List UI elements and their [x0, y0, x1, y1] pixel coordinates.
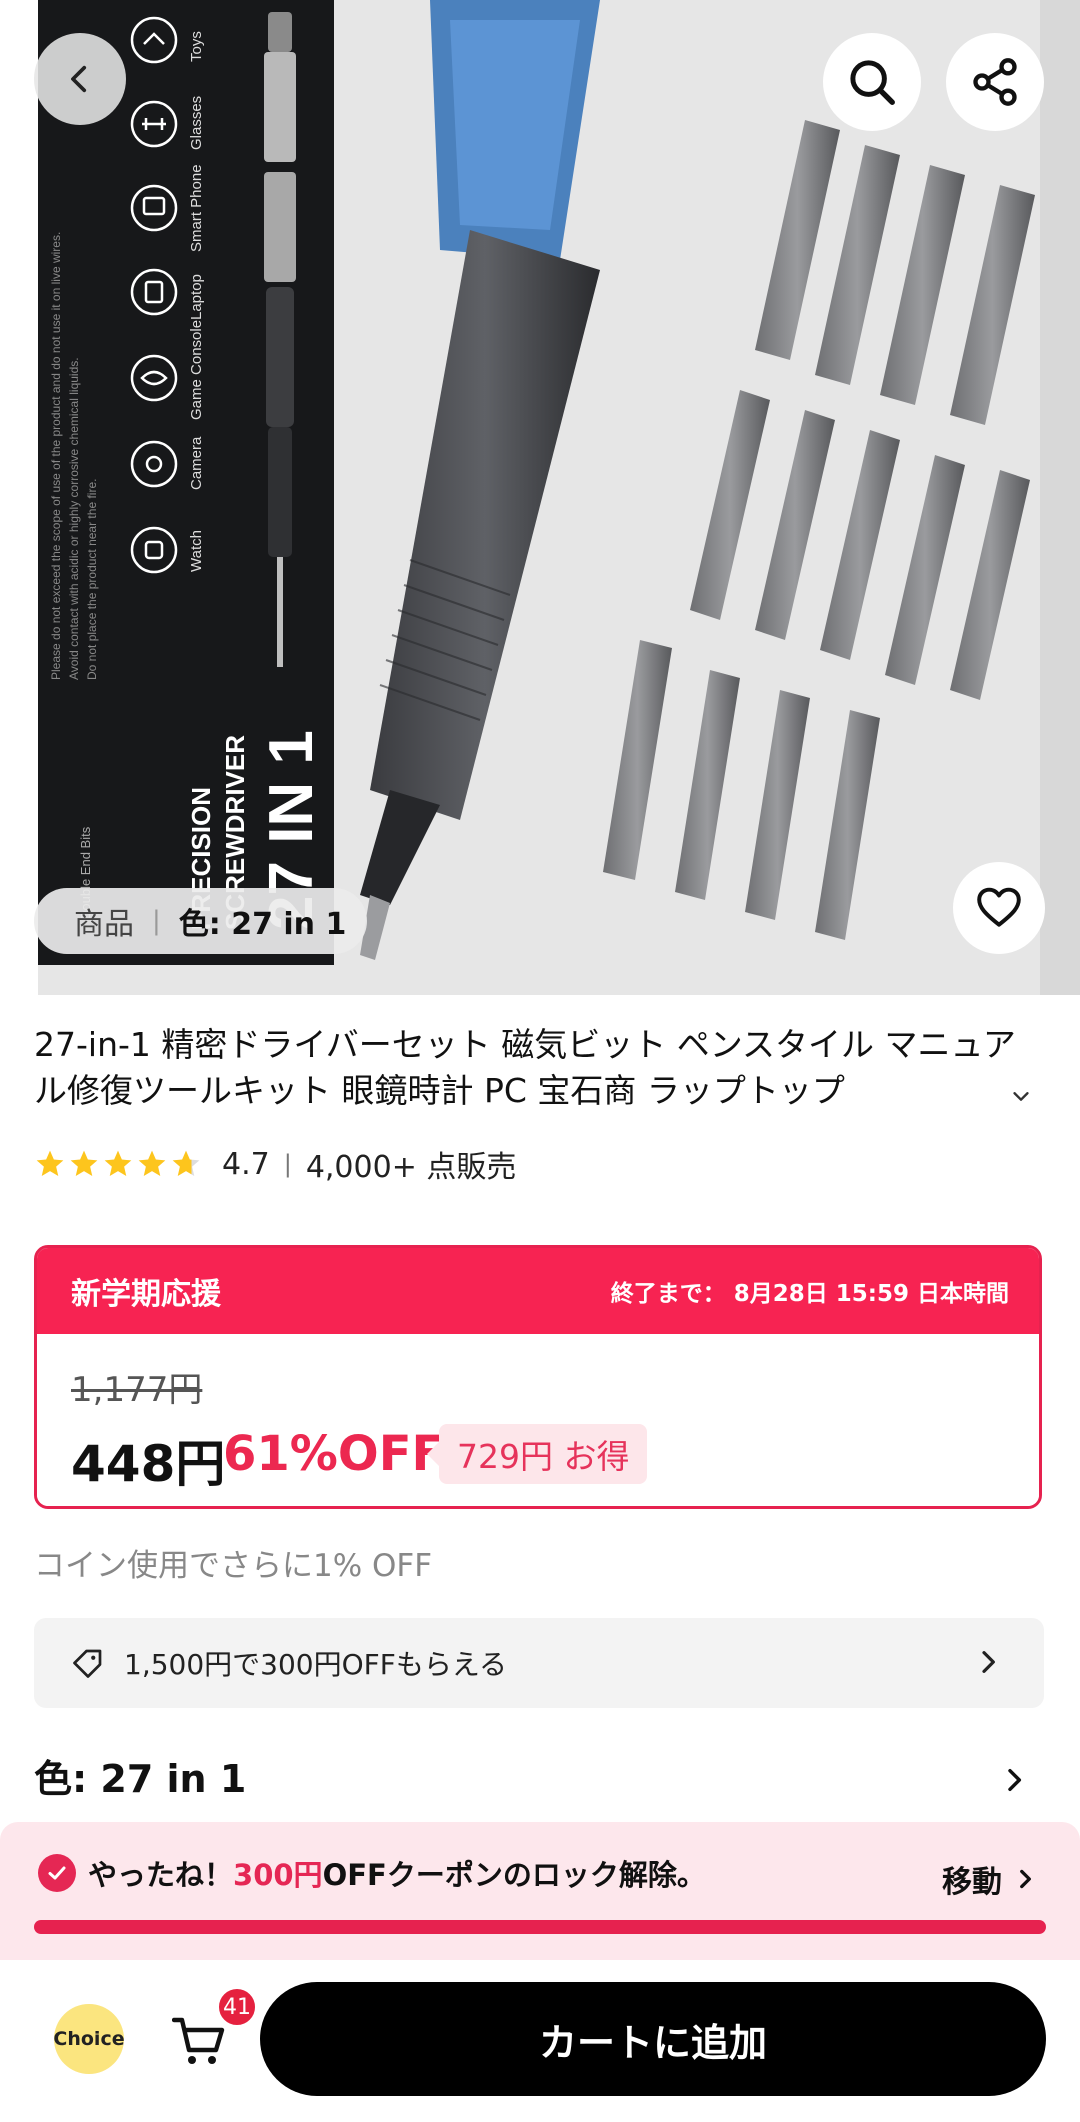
savings-badge: 729円 お得 — [426, 1424, 648, 1484]
rating-separator: | — [283, 1150, 292, 1178]
promotion-body: 1,177円 448円 61%OFF 729円 お得 — [37, 1334, 1039, 1506]
promotion-title: 新学期応援 — [71, 1277, 221, 1312]
bottom-action-bar: Choice 41 カートに追加 — [0, 1960, 1080, 2122]
share-icon — [973, 58, 1017, 106]
product-image-carousel[interactable]: Toys Glasses Smart Phone Laptop Game Con… — [0, 0, 1080, 995]
search-button[interactable] — [823, 33, 921, 131]
star-icon — [104, 1150, 132, 1176]
unlock-suffix: OFFクーポンのロック解除。 — [322, 1858, 706, 1892]
star-icon — [36, 1150, 64, 1176]
cart-icon — [171, 2017, 225, 2064]
chevron-left-icon — [71, 65, 87, 93]
chip-product-label: 商品 — [74, 907, 134, 942]
color-label: 色: 27 in 1 — [34, 1756, 247, 1801]
rating-row[interactable]: 4.7 | 4,000+ 点販売 — [34, 1142, 516, 1186]
rating-stars — [34, 1148, 202, 1180]
cart-count-badge: 41 — [216, 1986, 258, 2028]
original-price: 1,177円 — [71, 1370, 203, 1410]
coupon-unlocked-message: やったね！300円OFFクーポンのロック解除。 — [88, 1852, 706, 1894]
go-label: 移動 — [942, 1865, 1002, 1900]
box-note-1: Please do not exceed the scope of use of… — [49, 231, 63, 680]
category-smartphone: Smart Phone — [188, 164, 205, 252]
chevron-right-icon — [972, 1646, 1004, 1685]
category-toys: Toys — [188, 31, 205, 62]
category-laptop: Laptop — [188, 274, 205, 320]
coin-discount-text: コイン使用でさらに1% OFF — [34, 1548, 433, 1584]
chip-separator: | — [152, 906, 161, 936]
chevron-right-icon — [1020, 1869, 1031, 1889]
chip-variant-label: 色: 27 in 1 — [178, 907, 347, 942]
category-camera: Camera — [188, 436, 205, 490]
color-selector-row[interactable]: 色: 27 in 1 — [34, 1745, 1044, 1805]
go-button[interactable]: 移動 — [942, 1857, 1038, 1901]
chevron-right-icon — [998, 1761, 1030, 1805]
star-icon — [70, 1150, 98, 1176]
back-button[interactable] — [34, 33, 126, 125]
wishlist-button[interactable] — [953, 862, 1045, 954]
unlock-amount: 300円 — [233, 1858, 323, 1892]
cart-button[interactable] — [171, 2016, 228, 2072]
promotion-header: 新学期応援 終了まで： 8月28日 15:59 日本時間 — [37, 1248, 1039, 1334]
search-icon — [850, 60, 895, 105]
category-watch: Watch — [188, 530, 205, 572]
unlock-prefix: やったね！ — [88, 1858, 234, 1892]
coupon-offer-row[interactable]: 1,500円で300円OFFもらえる — [34, 1618, 1044, 1708]
unlock-progress-bar — [34, 1920, 1046, 1934]
discount-percent: 61%OFF — [223, 1426, 445, 1482]
current-price: 448円 — [71, 1435, 226, 1493]
tag-icon — [70, 1645, 106, 1681]
star-icon — [138, 1150, 166, 1176]
add-to-cart-button[interactable]: カートに追加 — [260, 1982, 1046, 2096]
box-note-2: Avoid contact with acidic or highly corr… — [67, 357, 81, 680]
category-glasses: Glasses — [188, 95, 205, 150]
coupon-unlocked-banner: やったね！300円OFFクーポンのロック解除。 移動 — [0, 1822, 1080, 1960]
variant-chip[interactable]: 商品 | 色: 27 in 1 — [34, 888, 367, 954]
choice-label: Choice — [53, 2028, 125, 2050]
coupon-offer-text: 1,500円で300円OFFもらえる — [124, 1648, 508, 1681]
share-button[interactable] — [946, 33, 1044, 131]
star-half-icon — [172, 1150, 200, 1176]
box-note-3: Do not place the product near the fire. — [85, 478, 99, 680]
promotion-card: 新学期応援 終了まで： 8月28日 15:59 日本時間 1,177円 448円… — [34, 1245, 1042, 1509]
rating-value: 4.7 — [222, 1146, 270, 1182]
product-title[interactable]: 27-in-1 精密ドライバーセット 磁気ビット ペンスタイル マニュアル修復ツ… — [34, 1022, 1044, 1114]
category-game-console: Game Console — [188, 319, 205, 420]
sold-count: 4,000+ 点販売 — [305, 1150, 517, 1185]
screwdriver-illustration — [360, 0, 1035, 960]
image-edge-left — [0, 0, 38, 995]
chevron-down-icon — [1013, 1092, 1029, 1101]
expand-title-button[interactable] — [1010, 1085, 1032, 1113]
promotion-end-time: 終了まで： 8月28日 15:59 日本時間 — [610, 1281, 1009, 1307]
choice-badge-button[interactable]: Choice — [53, 2004, 125, 2074]
heart-icon — [977, 887, 1021, 927]
check-circle-icon — [38, 1854, 76, 1892]
product-box-image: Toys Glasses Smart Phone Laptop Game Con… — [38, 0, 334, 965]
